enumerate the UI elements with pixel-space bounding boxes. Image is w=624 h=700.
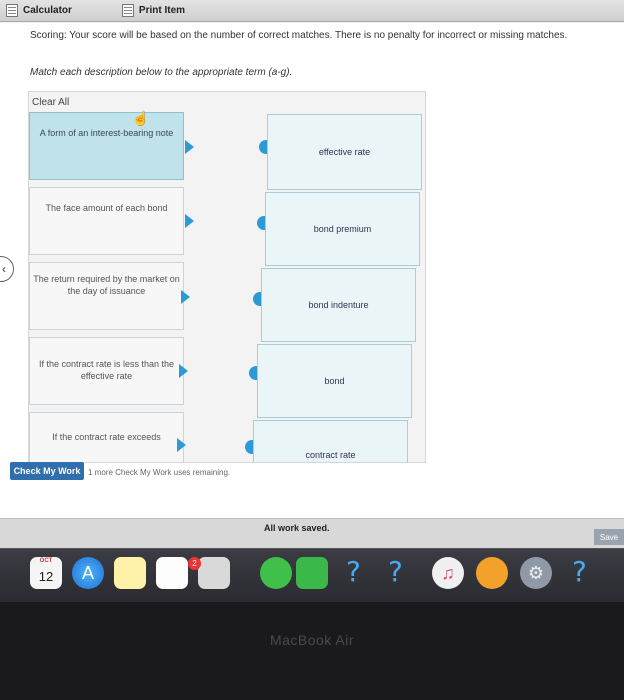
- calendar-month: OCT: [39, 558, 53, 564]
- term-card-1[interactable]: effective rate: [267, 114, 422, 190]
- clear-all-button[interactable]: Clear All: [29, 92, 425, 114]
- app-store-icon[interactable]: A: [72, 557, 104, 589]
- save-status: All work saved.: [264, 523, 330, 533]
- top-toolbar: Calculator Print Item: [0, 0, 624, 22]
- check-my-work-button[interactable]: Check My Work: [10, 462, 84, 480]
- term-card-4[interactable]: bond: [257, 344, 412, 418]
- music-icon[interactable]: ♫: [432, 557, 464, 589]
- description-card-2[interactable]: The face amount of each bond: [29, 187, 184, 255]
- calculator-label: Calculator: [23, 5, 72, 16]
- description-card-1[interactable]: A form of an interest-bearing note: [29, 112, 184, 180]
- calculator-icon: [6, 4, 18, 17]
- unknown-app-icon[interactable]: ?: [388, 555, 403, 588]
- description-card-5[interactable]: If the contract rate exceeds: [29, 412, 184, 462]
- description-card-4[interactable]: If the contract rate is less than the ef…: [29, 337, 184, 405]
- term-card-3[interactable]: bond indenture: [261, 268, 416, 342]
- print-item-button[interactable]: Print Item: [121, 4, 186, 17]
- description-connector-5[interactable]: [177, 438, 186, 452]
- unknown-app-icon[interactable]: ?: [346, 555, 361, 588]
- print-item-label: Print Item: [138, 5, 186, 16]
- status-bar: All work saved. Save: [0, 518, 624, 548]
- calculator-button[interactable]: Calculator: [6, 4, 72, 17]
- description-connector-3[interactable]: [181, 290, 190, 304]
- calendar-day: 12: [38, 569, 54, 584]
- mac-dock: OCT 12 A 2 ? ? ♫ ⚙ ?: [0, 548, 624, 602]
- remaining-checks-text: 1 more Check My Work uses remaining.: [88, 468, 231, 477]
- description-connector-2[interactable]: [185, 214, 194, 228]
- preview-icon[interactable]: [198, 557, 230, 589]
- reminders-icon[interactable]: [156, 557, 188, 589]
- matching-area: Clear All A form of an interest-bearing …: [28, 91, 426, 463]
- term-connector-2[interactable]: [257, 216, 265, 230]
- print-icon: [121, 4, 134, 17]
- match-instruction: Match each description below to the appr…: [30, 67, 293, 78]
- notes-icon[interactable]: [114, 557, 146, 589]
- term-connector-5[interactable]: [245, 440, 253, 454]
- device-label: MacBook Air: [269, 632, 355, 648]
- messages-icon[interactable]: [260, 557, 292, 589]
- term-card-5[interactable]: contract rate: [253, 420, 408, 462]
- term-connector-3[interactable]: [253, 292, 261, 306]
- system-preferences-icon[interactable]: ⚙: [520, 557, 552, 589]
- term-connector-4[interactable]: [249, 366, 257, 380]
- facetime-icon[interactable]: [296, 557, 328, 589]
- notification-badge: 2: [188, 557, 201, 570]
- description-connector-4[interactable]: [179, 364, 188, 378]
- unknown-app-icon[interactable]: ?: [572, 555, 587, 588]
- hand-cursor-icon: ☝: [132, 110, 150, 126]
- question-content: Scoring: Your score will be based on the…: [0, 23, 624, 518]
- screen: Calculator Print Item Scoring: Your scor…: [0, 0, 624, 548]
- term-card-2[interactable]: bond premium: [265, 192, 420, 266]
- books-icon[interactable]: [476, 557, 508, 589]
- save-button[interactable]: Save: [594, 529, 624, 545]
- description-connector-1[interactable]: [185, 140, 194, 154]
- description-card-3[interactable]: The return required by the market on the…: [29, 262, 184, 330]
- calendar-icon[interactable]: OCT 12: [30, 557, 62, 589]
- scoring-text: Scoring: Your score will be based on the…: [30, 30, 568, 41]
- term-connector-1[interactable]: [259, 140, 267, 154]
